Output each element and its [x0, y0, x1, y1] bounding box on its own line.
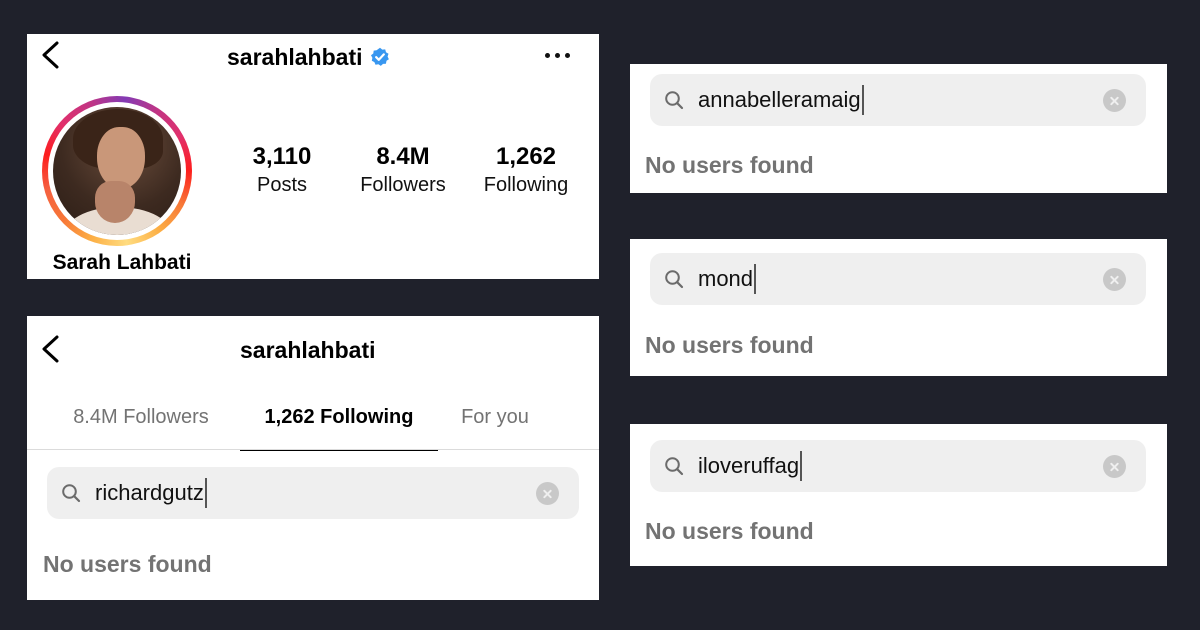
chevron-left-icon[interactable]: [39, 40, 63, 70]
avatar[interactable]: [53, 107, 181, 235]
text-cursor: [754, 264, 757, 294]
clear-icon[interactable]: [1103, 455, 1126, 478]
search-input[interactable]: mond: [650, 253, 1146, 305]
profile-card: sarahlahbati Sarah Lahbati 3,110 Posts 8…: [27, 34, 599, 279]
profile-header: sarahlahbati: [227, 42, 390, 72]
clear-icon[interactable]: [536, 482, 559, 505]
followers-count: 8.4M: [376, 143, 430, 170]
clear-icon[interactable]: [1103, 89, 1126, 112]
search-query[interactable]: iloveruffag: [698, 450, 803, 482]
followers-label: Followers: [360, 174, 446, 196]
search-result-card: iloveruffag No users found: [630, 424, 1167, 566]
profile-username: sarahlahbati: [227, 43, 363, 70]
search-result-card: mond No users found: [630, 239, 1167, 376]
posts-label: Posts: [256, 174, 308, 196]
chevron-left-icon[interactable]: [39, 334, 63, 364]
search-input[interactable]: annabelleramaig: [650, 74, 1146, 126]
following-stat[interactable]: 1,262 Following: [476, 144, 576, 200]
no-results-text: No users found: [645, 332, 814, 358]
search-icon: [62, 484, 81, 503]
search-input[interactable]: iloveruffag: [650, 440, 1146, 492]
no-results-text: No users found: [645, 518, 814, 544]
search-query[interactable]: richardgutz: [95, 477, 207, 509]
posts-count: 3,110: [252, 143, 312, 170]
no-results-text: No users found: [645, 152, 814, 178]
clear-icon[interactable]: [1103, 268, 1126, 291]
search-result-card: annabelleramaig No users found: [630, 64, 1167, 193]
following-label: Following: [483, 174, 569, 196]
tab-following[interactable]: 1,262 Following: [240, 394, 438, 451]
following-list-card: sarahlahbati 8.4M Followers 1,262 Follow…: [27, 316, 599, 600]
profile-display-name: Sarah Lahbati: [52, 251, 192, 274]
tab-for-you[interactable]: For you: [447, 394, 543, 450]
followers-stat[interactable]: 8.4M Followers: [353, 144, 453, 200]
search-query[interactable]: annabelleramaig: [698, 84, 864, 116]
story-ring[interactable]: [42, 96, 192, 246]
search-query[interactable]: mond: [698, 263, 757, 295]
text-cursor: [861, 85, 864, 115]
search-input[interactable]: richardgutz: [47, 467, 579, 519]
posts-stat: 3,110 Posts: [242, 144, 322, 200]
following-count: 1,262: [495, 143, 557, 170]
following-screen-title: sarahlahbati: [240, 337, 376, 363]
more-options-icon[interactable]: [545, 52, 571, 60]
tab-followers[interactable]: 8.4M Followers: [55, 394, 227, 450]
follow-tabs: 8.4M Followers 1,262 Following For you: [27, 394, 599, 451]
text-cursor: [204, 478, 207, 508]
search-icon: [665, 91, 684, 110]
no-results-text: No users found: [43, 551, 212, 577]
text-cursor: [800, 451, 803, 481]
search-icon: [665, 270, 684, 289]
search-icon: [665, 457, 684, 476]
verified-badge-icon: [370, 47, 389, 66]
